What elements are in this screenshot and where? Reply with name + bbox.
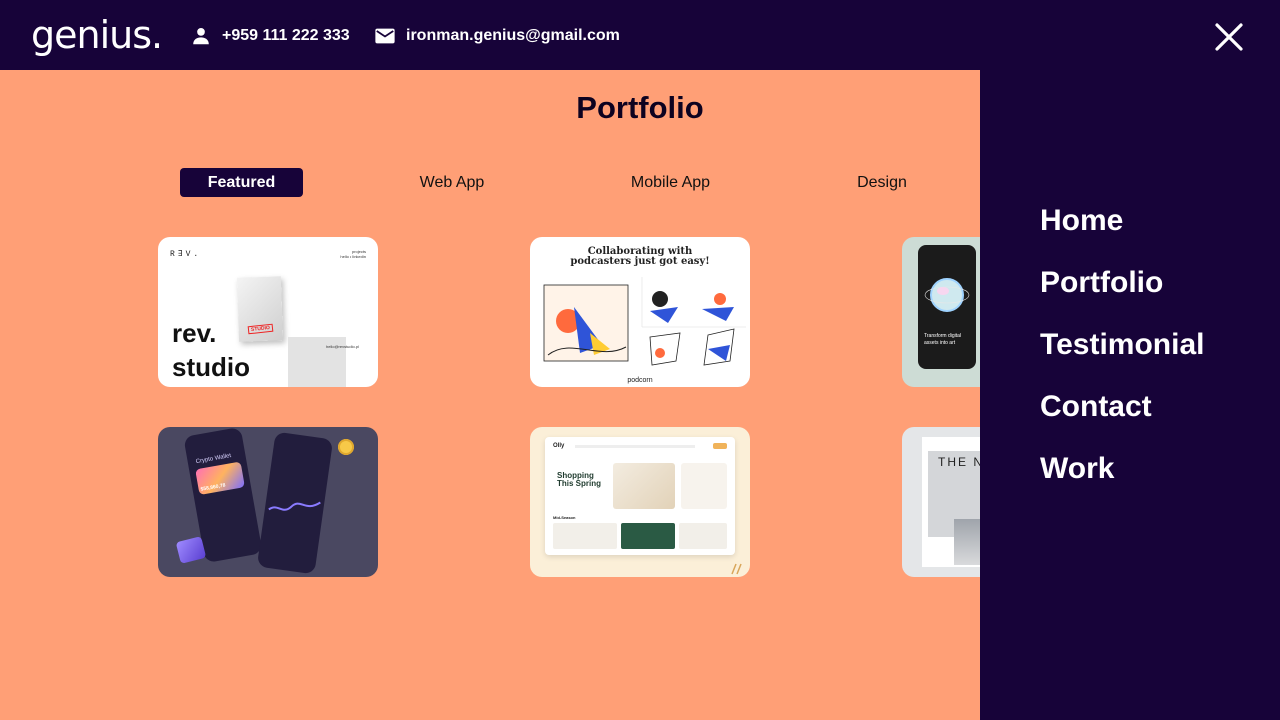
- card-email-text: hello@revstudio.pl: [326, 344, 359, 349]
- card-headline-1: rev.: [172, 318, 217, 348]
- card-side-panel: [681, 463, 727, 509]
- portfolio-card-rev-studio[interactable]: R∃V. projects hello • linkedin STUDIO re…: [158, 237, 378, 387]
- card-tile-1: [553, 523, 617, 549]
- card-headline-2: This Spring: [557, 479, 601, 488]
- portfolio-card-crypto-wallet[interactable]: Crypto Wallet $58,860,78: [158, 427, 378, 577]
- card-nav-bar: [575, 445, 695, 448]
- portfolio-card-podcorn[interactable]: Collaborating with podcasters just got e…: [530, 237, 750, 387]
- email-text: ironman.genius@gmail.com: [406, 27, 620, 44]
- tab-featured[interactable]: Featured: [180, 168, 303, 197]
- email-contact[interactable]: ironman.genius@gmail.com: [374, 24, 620, 48]
- card-phone: Transform digital assets into art: [918, 245, 976, 369]
- card-brand: podcorn: [627, 377, 653, 384]
- person-icon: [193, 28, 209, 45]
- card-tile-3: [679, 523, 727, 549]
- card-line-graph: [268, 501, 321, 511]
- tab-web-app[interactable]: Web App: [400, 168, 504, 197]
- portfolio-card-olly-shop[interactable]: Olly Shopping This Spring Mid-Season: [530, 427, 750, 577]
- menu-item-home[interactable]: Home: [1040, 204, 1123, 238]
- tab-mobile-app[interactable]: Mobile App: [610, 168, 731, 197]
- card-phone-right: [256, 431, 334, 575]
- card-headline-2: studio: [172, 352, 250, 382]
- card-caption: Transform digital assets into art: [924, 333, 962, 346]
- menu-item-contact[interactable]: Contact: [1040, 390, 1152, 424]
- mail-icon: [375, 28, 395, 44]
- card-side-text: projects hello • linkedin: [340, 249, 366, 259]
- card-product-image: [613, 463, 675, 509]
- card-accent-button: [713, 443, 727, 449]
- menu-item-work[interactable]: Work: [1040, 452, 1114, 486]
- card-illustration: [543, 277, 746, 366]
- coin-icon: [338, 439, 354, 455]
- menu-item-portfolio[interactable]: Portfolio: [1040, 266, 1163, 300]
- card-brand: R∃V.: [170, 250, 202, 259]
- close-icon: [1215, 23, 1243, 51]
- overlay-menu: Home Portfolio Testimonial Contact Work: [980, 70, 1280, 720]
- logo[interactable]: genius.: [31, 13, 163, 57]
- card-section-label: Mid-Season: [553, 515, 576, 520]
- top-bar: genius. +959 111 222 333 ironman.genius@…: [0, 0, 1280, 70]
- tab-design[interactable]: Design: [842, 168, 922, 197]
- orb-icon: [924, 278, 970, 312]
- phone-contact[interactable]: +959 111 222 333: [190, 24, 350, 48]
- card-brand: Olly: [553, 443, 565, 449]
- menu-item-testimonial[interactable]: Testimonial: [1040, 328, 1204, 362]
- card-browser: Olly Shopping This Spring Mid-Season: [545, 437, 735, 555]
- cube-icon: [175, 536, 207, 564]
- card-tile-2: [621, 523, 675, 549]
- close-menu-button[interactable]: [1212, 20, 1246, 54]
- card-headline: THE N: [938, 455, 984, 469]
- card-slash-decoration: [731, 563, 742, 575]
- phone-text: +959 111 222 333: [222, 27, 350, 44]
